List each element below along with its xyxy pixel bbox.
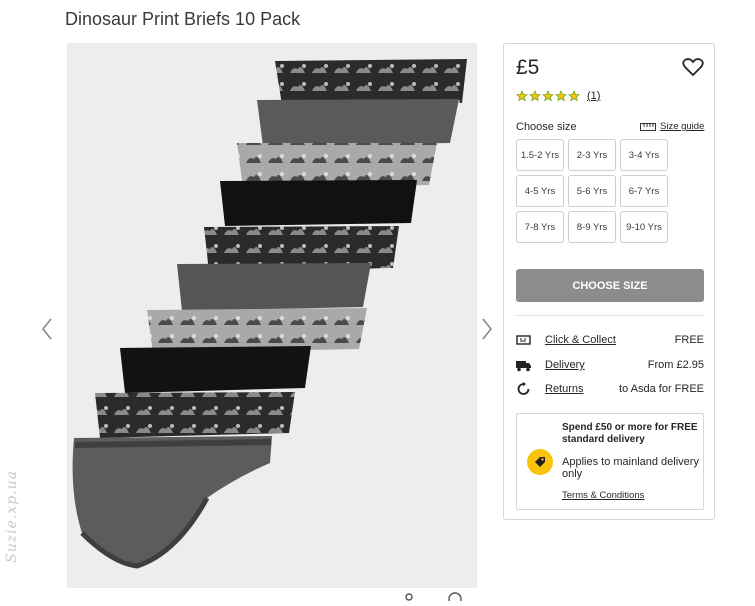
delivery-value: From £2.95 (647, 359, 704, 371)
size-option[interactable]: 2-3 Yrs (568, 139, 616, 171)
size-guide-label: Size guide (660, 121, 705, 132)
delivery-link[interactable]: Delivery (545, 359, 585, 371)
tag-icon (527, 449, 553, 475)
click-collect-value: FREE (674, 334, 704, 346)
star-icon (542, 90, 554, 102)
review-count-link[interactable]: (1) (587, 90, 600, 102)
star-icon (568, 90, 580, 102)
promo-headline: Spend £50 or more for FREE standard deli… (562, 422, 698, 445)
size-option[interactable]: 9-10 Yrs (620, 211, 668, 243)
returns-icon (517, 382, 530, 395)
underwear-stack-image (72, 59, 467, 569)
previous-image-button[interactable] (37, 315, 57, 343)
star-icon (516, 90, 528, 102)
size-guide-link[interactable]: Size guide (640, 121, 704, 132)
watermark: Suzie.xp.ua (4, 470, 20, 563)
next-image-button[interactable] (477, 315, 497, 343)
click-collect-row: Click & Collect FREE (516, 332, 704, 348)
product-title: Dinosaur Print Briefs 10 Pack (65, 9, 301, 29)
returns-value: to Asda for FREE (619, 383, 704, 395)
choose-size-label: Choose size (516, 121, 577, 133)
heart-icon (682, 58, 704, 77)
terms-conditions-link[interactable]: Terms & Conditions (562, 490, 644, 501)
size-option[interactable]: 8-9 Yrs (568, 211, 616, 243)
choose-size-button[interactable]: CHOOSE SIZE (516, 269, 704, 302)
star-icon (529, 90, 541, 102)
size-option[interactable]: 1.5-2 Yrs (516, 139, 564, 171)
divider (516, 315, 704, 316)
chevron-left-icon (41, 318, 52, 340)
size-option[interactable]: 4-5 Yrs (516, 175, 564, 207)
favourite-button[interactable] (682, 57, 704, 77)
click-collect-icon (516, 335, 531, 345)
size-grid: 1.5-2 Yrs 2-3 Yrs 3-4 Yrs 4-5 Yrs 5-6 Yr… (516, 139, 668, 243)
image-tools (400, 588, 470, 606)
delivery-promo: Spend £50 or more for FREE standard deli… (516, 413, 704, 510)
returns-link[interactable]: Returns (545, 383, 584, 395)
returns-row: Returns to Asda for FREE (516, 381, 704, 397)
share-zoom-icons (405, 592, 462, 606)
purchase-panel: £5 (1) Choose size Size guide 1.5-2 Yrs … (503, 43, 715, 520)
size-option[interactable]: 5-6 Yrs (568, 175, 616, 207)
click-collect-link[interactable]: Click & Collect (545, 334, 616, 346)
size-option[interactable]: 3-4 Yrs (620, 139, 668, 171)
promo-body: Applies to mainland delivery only (562, 456, 699, 480)
ruler-icon (640, 122, 656, 131)
chevron-right-icon (482, 318, 493, 340)
star-rating: (1) (516, 89, 600, 103)
star-icon (555, 90, 567, 102)
delivery-row: Delivery From £2.95 (516, 357, 704, 373)
size-option[interactable]: 6-7 Yrs (620, 175, 668, 207)
truck-icon (516, 361, 531, 372)
product-price: £5 (516, 56, 540, 79)
size-option[interactable]: 7-8 Yrs (516, 211, 564, 243)
product-image[interactable] (67, 43, 477, 588)
